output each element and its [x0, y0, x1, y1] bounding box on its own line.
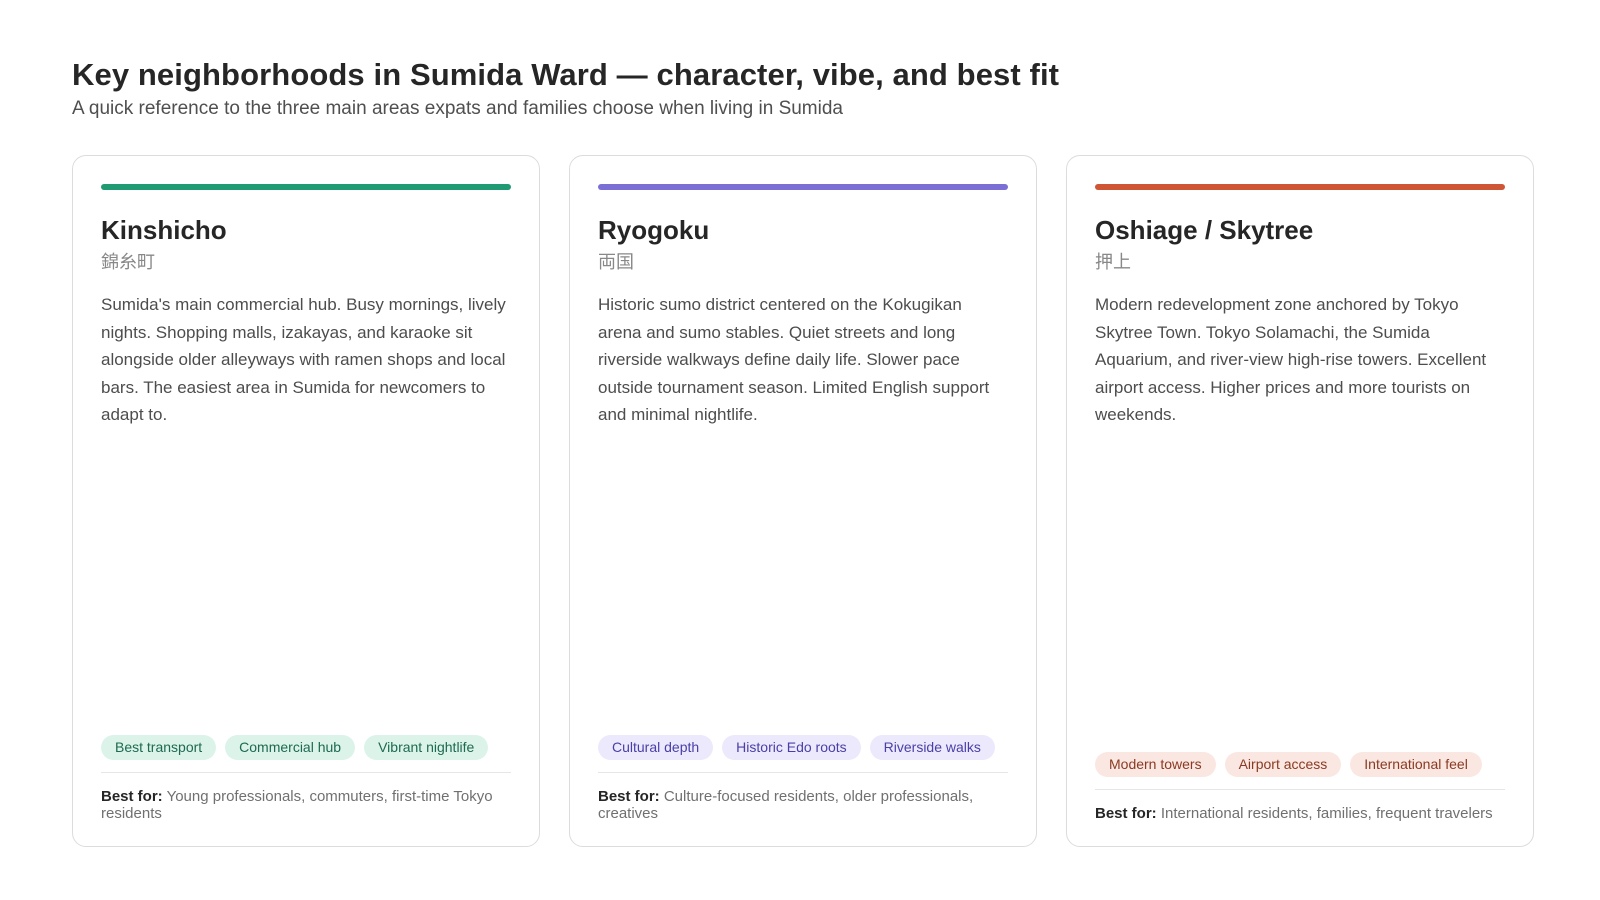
- page: Key neighborhoods in Sumida Ward — chara…: [0, 0, 1600, 900]
- neighborhood-card-oshiage: Oshiage / Skytree 押上 Modern redevelopmen…: [1066, 155, 1534, 847]
- card-title: Ryogoku: [598, 215, 710, 245]
- card-title: Kinshicho: [101, 215, 227, 245]
- card-tags: Cultural depth Historic Edo roots Rivers…: [598, 735, 1008, 760]
- card-description: Modern redevelopment zone anchored by To…: [1095, 295, 1487, 424]
- card-tags: Best transport Commercial hub Vibrant ni…: [101, 735, 511, 760]
- page-title: Key neighborhoods in Sumida Ward — chara…: [72, 57, 1060, 92]
- card-divider: [598, 772, 1008, 773]
- best-for-label: Best for:: [598, 788, 660, 805]
- card-divider: [1095, 789, 1505, 790]
- card-description: Sumida's main commercial hub. Busy morni…: [101, 295, 506, 424]
- best-for-label: Best for:: [101, 788, 163, 805]
- best-for-value: International residents, families, frequ…: [1160, 805, 1493, 822]
- tag-badge: Best transport: [101, 735, 217, 760]
- card-accent-bar: [101, 184, 511, 190]
- tag-badge: Cultural depth: [598, 735, 714, 760]
- page-subtitle: A quick reference to the three main area…: [72, 98, 843, 119]
- card-best-for: Best for: Young professionals, commuters…: [101, 788, 511, 822]
- card-divider: [101, 772, 511, 773]
- card-japanese-name: 両国: [598, 252, 634, 273]
- card-best-for: Best for: International residents, famil…: [1095, 805, 1505, 822]
- card-tags: Modern towers Airport access Internation…: [1095, 752, 1505, 777]
- card-title: Oshiage / Skytree: [1095, 215, 1314, 245]
- card-accent-bar: [1095, 184, 1505, 190]
- tag-badge: Vibrant nightlife: [364, 735, 489, 760]
- tag-badge: Historic Edo roots: [722, 735, 861, 760]
- neighborhood-cards: Kinshicho 錦糸町 Sumida's main commercial h…: [72, 155, 1534, 847]
- card-japanese-name: 押上: [1095, 252, 1131, 273]
- neighborhood-card-ryogoku: Ryogoku 両国 Historic sumo district center…: [569, 155, 1037, 847]
- card-japanese-name: 錦糸町: [101, 252, 155, 273]
- best-for-label: Best for:: [1095, 805, 1157, 822]
- card-best-for: Best for: Culture-focused residents, old…: [598, 788, 1008, 822]
- neighborhood-card-kinshicho: Kinshicho 錦糸町 Sumida's main commercial h…: [72, 155, 540, 847]
- tag-badge: Modern towers: [1095, 752, 1216, 777]
- card-accent-bar: [598, 184, 1008, 190]
- tag-badge: Commercial hub: [225, 735, 356, 760]
- card-description: Historic sumo district centered on the K…: [598, 295, 990, 424]
- tag-badge: Riverside walks: [869, 735, 995, 760]
- tag-badge: Airport access: [1224, 752, 1342, 777]
- tag-badge: International feel: [1350, 752, 1482, 777]
